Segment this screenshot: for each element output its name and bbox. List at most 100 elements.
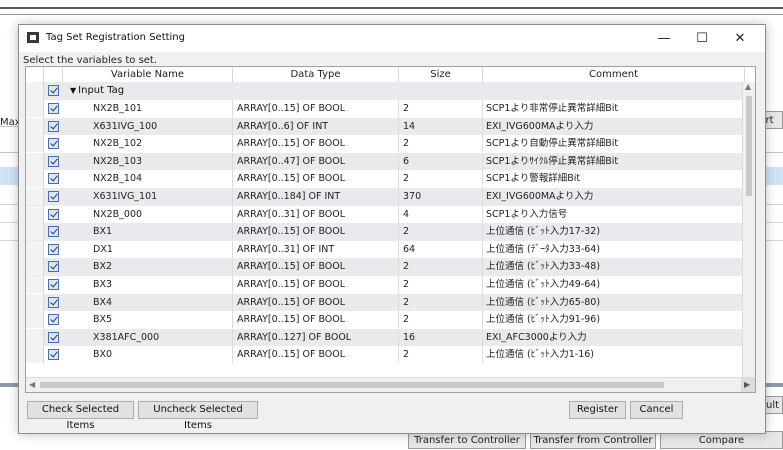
cell-data-type[interactable]: ARRAY[0..15] OF BOOL [233,170,399,188]
row-checkbox[interactable] [48,103,59,114]
row-checkbox[interactable] [48,120,59,132]
scroll-left-icon[interactable]: ◀ [29,380,35,389]
table-row[interactable]: NX2B_000 ARRAY[0..31] OF BOOL 4 SCP1より入力信号 [26,205,755,224]
vertical-scrollbar[interactable]: ▲ [742,82,755,378]
row-header[interactable] [26,100,44,117]
cell-variable-name[interactable]: BX0 [63,346,233,364]
cell-data-type[interactable]: ARRAY[0..184] OF INT [233,188,399,205]
row-checkbox[interactable] [48,226,59,238]
row-header[interactable] [26,188,44,205]
cell-size[interactable]: 2 [399,258,483,276]
row-checkbox[interactable] [48,279,59,290]
cell-variable-name[interactable]: X631IVG_101 [63,188,233,205]
cell-variable-name[interactable]: NX2B_000 [63,205,233,223]
cell-data-type[interactable]: ARRAY[0..47] OF BOOL [233,152,399,170]
row-checkbox[interactable] [48,138,59,150]
cell-comment[interactable]: 上位通信 (ﾋﾞｯﾄ入力65-80) [483,294,745,311]
row-header[interactable] [26,240,44,258]
header-comment[interactable]: Comment [483,67,745,82]
row-header[interactable] [26,346,44,364]
cell-comment[interactable]: SCP1より警報詳細Bit [483,170,745,187]
row-header[interactable] [26,276,44,293]
scroll-right-button[interactable]: ▶ [741,378,755,392]
cell-variable-name[interactable]: BX4 [63,293,233,311]
cell-variable-name[interactable]: NX2B_102 [63,135,233,153]
table-row[interactable]: DX1 ARRAY[0..31] OF INT 64 上位通信 (ﾃﾞｰﾀ入力33-6… [26,240,755,259]
cell-size[interactable]: 4 [399,205,483,223]
group-checkbox[interactable] [48,85,59,96]
register-button[interactable]: Register [569,401,626,419]
row-checkbox[interactable] [48,261,59,273]
table-row[interactable]: BX5 ARRAY[0..15] OF BOOL 2 上位通信 (ﾋﾞｯﾄ入力91-9… [26,311,755,329]
cell-data-type[interactable]: ARRAY[0..6] OF INT [233,117,399,135]
cell-comment[interactable]: EXI_AFC3000より入力 [483,329,745,346]
row-checkbox[interactable] [48,331,59,343]
row-header[interactable] [26,258,44,276]
cell-data-type[interactable]: ARRAY[0..15] OF BOOL [233,276,399,293]
row-checkbox[interactable] [48,191,59,202]
row-header[interactable] [26,82,44,100]
table-row[interactable]: X631IVG_100 ARRAY[0..6] OF INT 14 EXI_IVG60… [26,117,755,136]
check-selected-items-button[interactable]: Check Selected Items [27,401,134,431]
cell-data-type[interactable]: ARRAY[0..15] OF BOOL [233,311,399,329]
cell-size[interactable]: 2 [399,100,483,117]
table-row[interactable]: BX0 ARRAY[0..15] OF BOOL 2 上位通信 (ﾋﾞｯﾄ入力1-16… [26,346,755,364]
cell-comment[interactable]: 上位通信 (ﾃﾞｰﾀ入力33-64) [483,241,745,258]
table-row[interactable]: BX2 ARRAY[0..15] OF BOOL 2 上位通信 (ﾋﾞｯﾄ入力33-4… [26,258,755,276]
cell-size[interactable]: 14 [399,117,483,135]
cell-variable-name[interactable]: BX3 [63,276,233,293]
row-checkbox[interactable] [48,314,59,326]
header-check-column[interactable] [44,67,63,82]
row-checkbox[interactable] [48,155,59,167]
cell-comment[interactable]: EXI_IVG600MAより入力 [483,188,745,205]
cell-variable-name[interactable]: NX2B_103 [63,152,233,170]
table-row[interactable]: BX3 ARRAY[0..15] OF BOOL 2 上位通信 (ﾋﾞｯﾄ入力49-6… [26,276,755,294]
row-header[interactable] [26,293,44,311]
row-checkbox[interactable] [48,208,59,220]
row-header[interactable] [26,135,44,153]
group-label[interactable]: ▼ Input Tag [70,82,124,100]
cell-size[interactable]: 6 [399,152,483,170]
uncheck-selected-items-button[interactable]: Uncheck Selected Items [138,401,258,431]
table-row[interactable]: BX1 ARRAY[0..15] OF BOOL 2 上位通信 (ﾋﾞｯﾄ入力17-3… [26,223,755,241]
header-size[interactable]: Size [399,67,483,82]
cell-comment[interactable]: SCP1よりｻｲｸﾙ停止異常詳細Bit [483,153,745,170]
cell-comment[interactable]: 上位通信 (ﾋﾞｯﾄ入力1-16) [483,346,745,363]
row-header[interactable] [26,117,44,135]
cell-data-type[interactable]: ARRAY[0..15] OF BOOL [233,346,399,364]
table-row[interactable]: NX2B_102 ARRAY[0..15] OF BOOL 2 SCP1より自動停止異… [26,135,755,153]
cell-variable-name[interactable]: NX2B_104 [63,170,233,188]
cell-size[interactable]: 64 [399,240,483,258]
cell-variable-name[interactable]: X631IVG_100 [63,117,233,135]
header-data-type[interactable]: Data Type [233,67,399,82]
table-row[interactable]: BX4 ARRAY[0..15] OF BOOL 2 上位通信 (ﾋﾞｯﾄ入力65-8… [26,293,755,312]
header-variable-name[interactable]: Variable Name [63,67,233,82]
row-header[interactable] [26,152,44,170]
minimize-button[interactable]: — [647,25,681,52]
cell-size[interactable]: 2 [399,170,483,188]
cell-data-type[interactable]: ARRAY[0..31] OF BOOL [233,205,399,223]
cell-data-type[interactable]: ARRAY[0..15] OF BOOL [233,293,399,311]
cell-size[interactable]: 2 [399,293,483,311]
cell-size[interactable]: 16 [399,328,483,346]
row-checkbox[interactable] [48,243,59,255]
row-checkbox[interactable] [48,296,59,308]
cell-variable-name[interactable]: NX2B_101 [63,100,233,117]
cell-variable-name[interactable]: X381AFC_000 [63,328,233,346]
cell-comment[interactable]: 上位通信 (ﾋﾞｯﾄ入力49-64) [483,276,745,293]
cell-variable-name[interactable]: BX1 [63,223,233,241]
cell-comment[interactable]: SCP1より非常停止異常詳細Bit [483,100,745,117]
cell-comment[interactable]: 上位通信 (ﾋﾞｯﾄ入力91-96) [483,311,745,328]
scroll-up-icon[interactable]: ▲ [745,82,751,91]
cell-comment[interactable]: 上位通信 (ﾋﾞｯﾄ入力17-32) [483,223,745,240]
cell-variable-name[interactable]: DX1 [63,240,233,258]
horizontal-scroll-thumb[interactable] [40,382,664,388]
row-checkbox[interactable] [48,349,59,361]
expand-triangle-icon[interactable]: ▼ [70,86,76,95]
cell-comment[interactable]: EXI_IVG600MAより入力 [483,118,745,135]
cell-size[interactable]: 2 [399,311,483,329]
cell-data-type[interactable]: ARRAY[0..15] OF BOOL [233,258,399,276]
group-row-input-tag[interactable]: ▼ Input Tag [26,82,755,100]
cell-comment[interactable]: SCP1より入力信号 [483,206,745,223]
table-row[interactable]: X381AFC_000 ARRAY[0..127] OF BOOL 16 EXI_AF… [26,328,755,347]
